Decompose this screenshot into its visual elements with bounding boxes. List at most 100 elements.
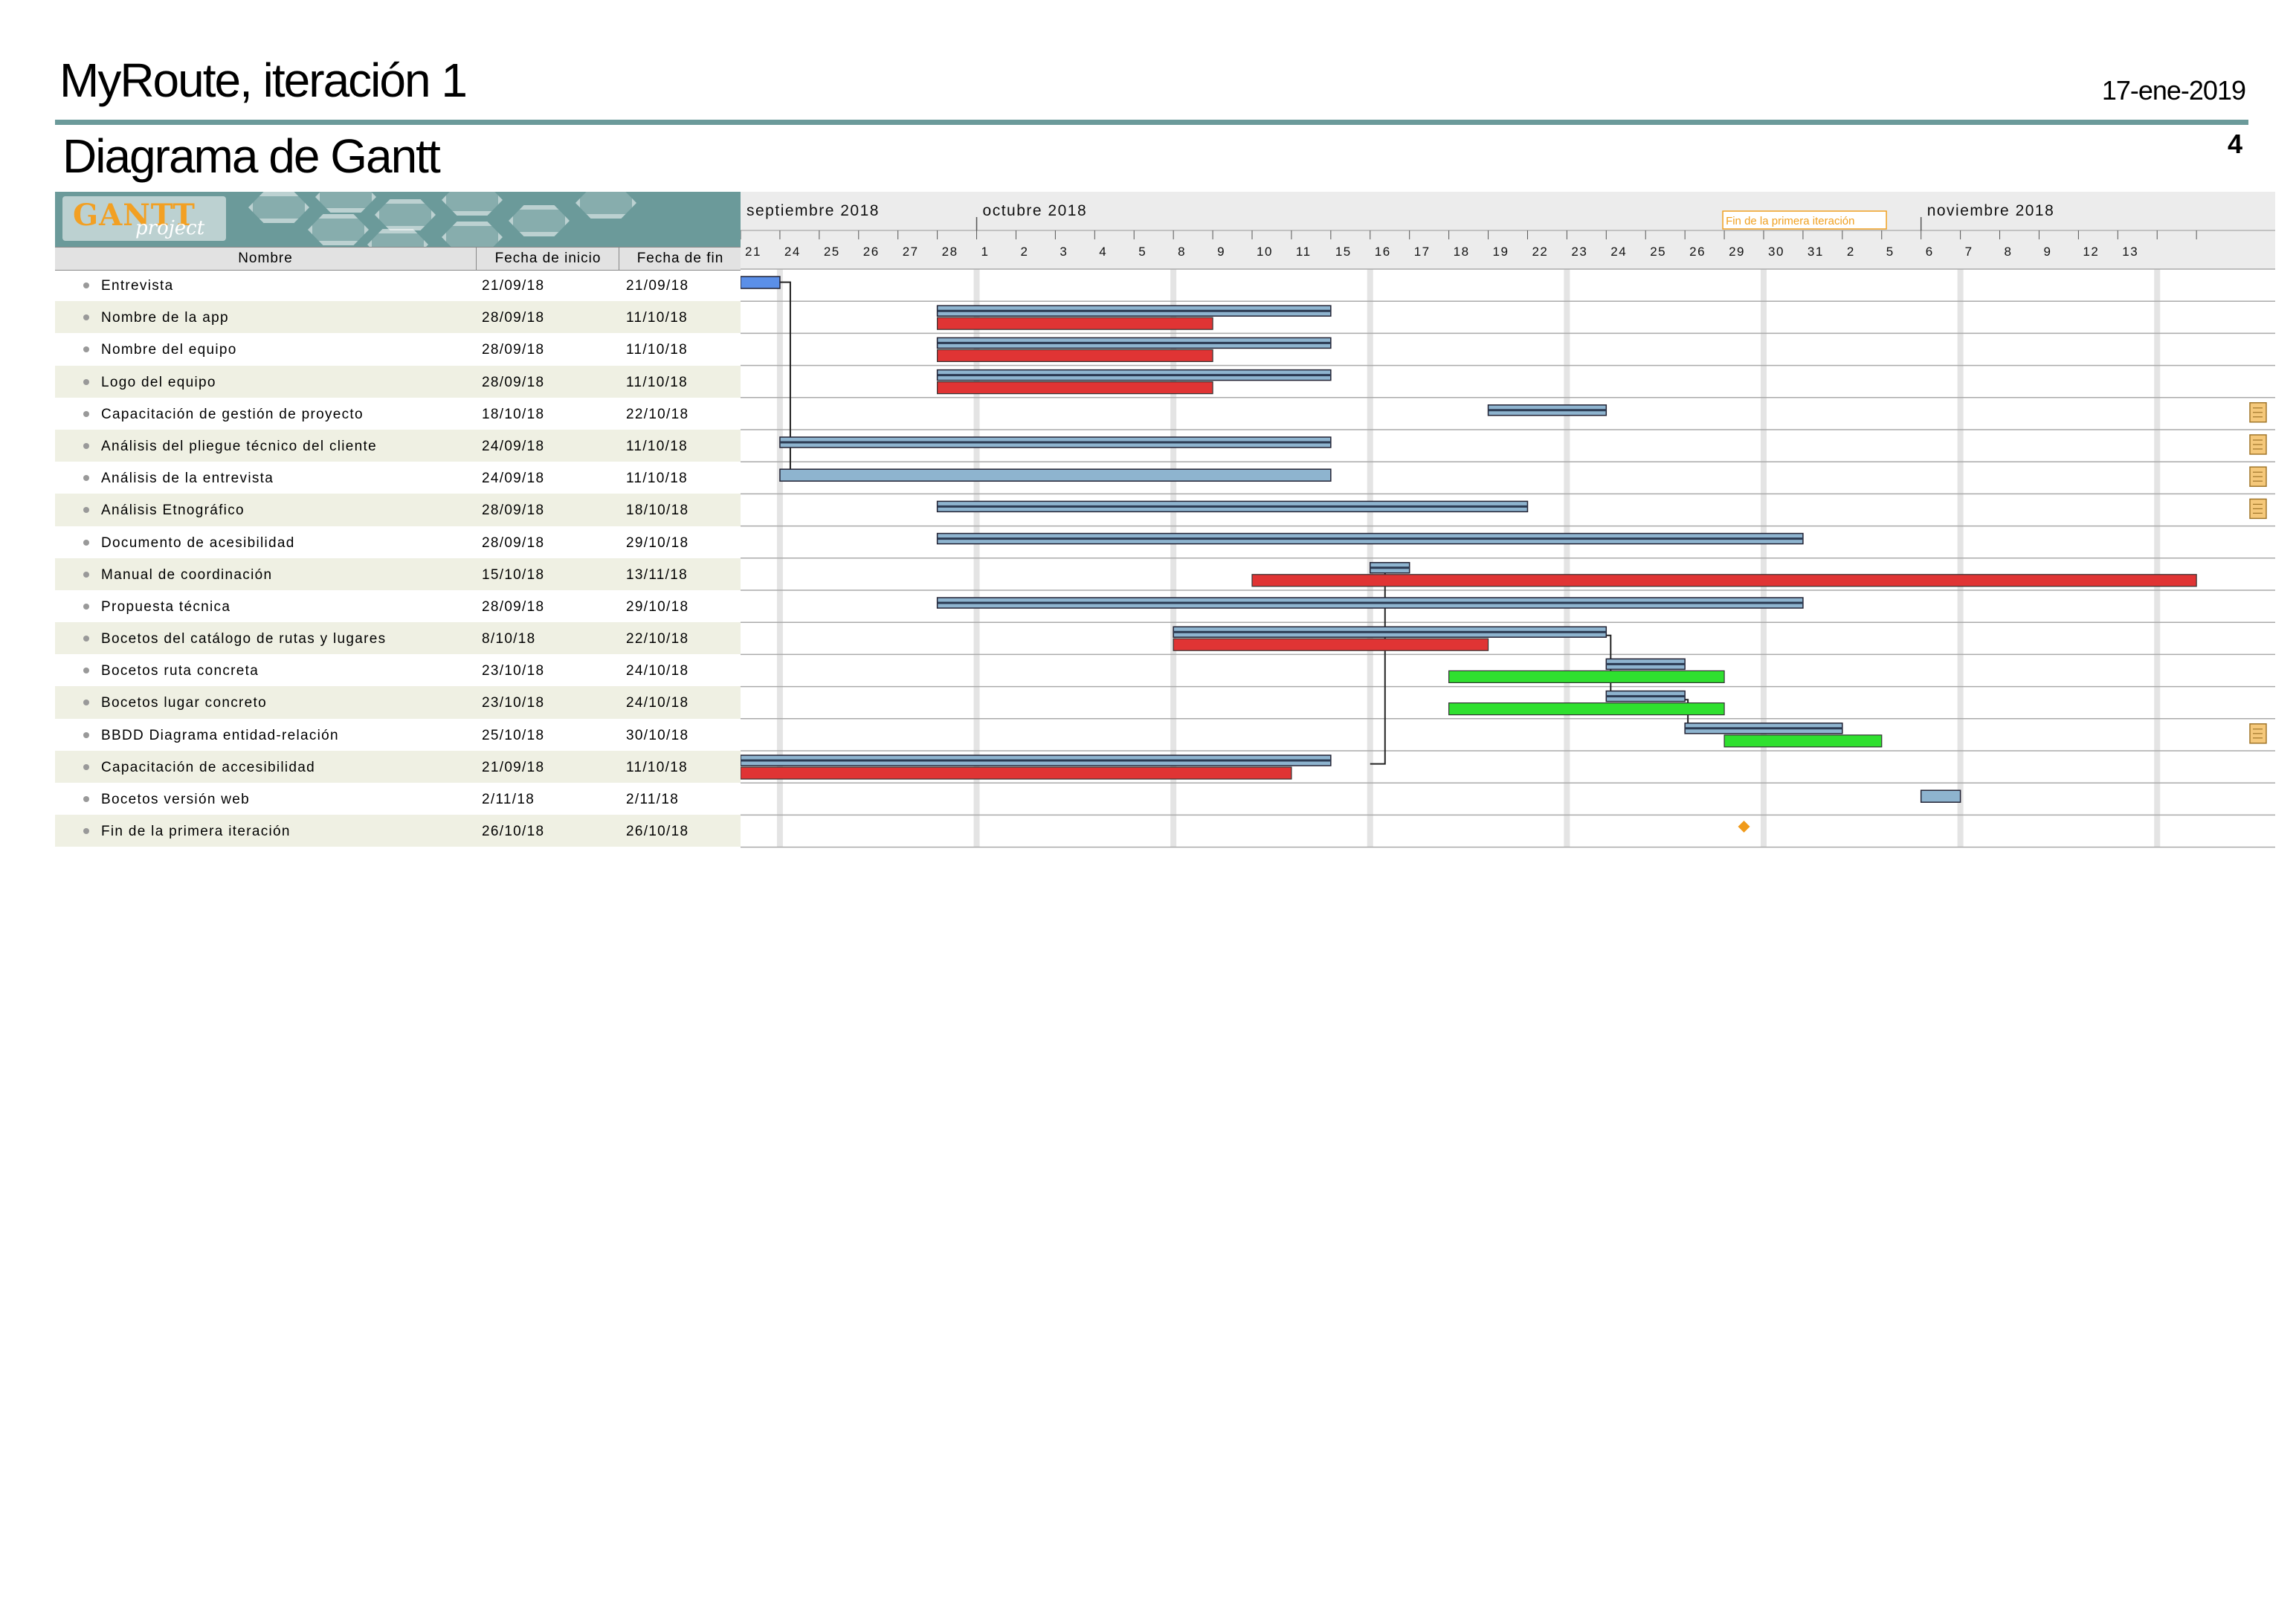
task-start-date: 23/10/18 [482, 663, 545, 679]
task-name: Bocetos ruta concreta [101, 663, 259, 679]
task-table: Entrevista 21/09/18 21/09/18 Nombre de la … [55, 269, 741, 847]
task-end-date: 24/10/18 [626, 695, 689, 711]
task-name: Logo del equipo [101, 374, 216, 390]
task-name: Manual de coordinación [101, 566, 273, 583]
milestone-marker [1738, 821, 1750, 833]
task-bar [779, 468, 1332, 482]
day-label: 26 [1689, 245, 1706, 259]
bullet-icon [83, 796, 89, 802]
column-header-end: Fecha de fin [619, 248, 741, 270]
task-end-date: 24/10/18 [626, 663, 689, 679]
day-label: 6 [1926, 245, 1934, 259]
day-label: 27 [903, 245, 919, 259]
task-name: Fin de la primera iteración [101, 824, 291, 840]
baseline-bar [937, 349, 1213, 362]
task-start-date: 24/09/18 [482, 438, 545, 454]
task-end-date: 13/11/18 [626, 566, 688, 583]
day-label: 9 [2043, 245, 2051, 259]
task-row: Bocetos ruta concreta 23/10/18 24/10/18 [55, 654, 741, 686]
task-start-date: 24/09/18 [482, 471, 545, 487]
task-start-date: 28/09/18 [482, 342, 545, 358]
task-name: Nombre de la app [101, 310, 229, 326]
gantt-timeline: septiembre 2018 octubre 2018 noviembre 201… [741, 192, 2275, 848]
document-subtitle: Diagrama de Gantt [62, 129, 441, 183]
document-title: MyRoute, iteración 1 [59, 54, 468, 107]
day-label: 15 [1335, 245, 1352, 259]
task-row: Nombre de la app 28/09/18 11/10/18 [55, 301, 741, 334]
task-name: Nombre del equipo [101, 342, 237, 358]
task-name: Análisis Etnográfico [101, 503, 245, 519]
task-start-date: 18/10/18 [482, 406, 545, 422]
hex-decoration [575, 192, 636, 219]
baseline-bar [741, 766, 1292, 780]
bullet-icon [83, 603, 89, 610]
task-name: Capacitación de accesibilidad [101, 759, 316, 775]
task-table-header: Nombre Fecha de inicio Fecha de fin [55, 247, 741, 271]
task-start-date: 28/09/18 [482, 310, 545, 326]
task-end-date: 26/10/18 [626, 824, 689, 840]
day-label: 31 [1808, 245, 1824, 259]
day-label: 19 [1493, 245, 1509, 259]
bullet-icon [83, 571, 89, 578]
bullet-icon [83, 442, 89, 449]
task-end-date: 11/10/18 [626, 374, 688, 390]
task-row: Capacitación de gestión de proyecto 18/10… [55, 398, 741, 430]
day-label: 5 [1886, 245, 1894, 259]
baseline-bar [1723, 734, 1883, 748]
month-label: noviembre 2018 [1927, 202, 2055, 219]
hex-decoration [375, 199, 436, 230]
baseline-bar [1251, 574, 2197, 587]
task-end-date: 2/11/18 [626, 792, 680, 807]
task-row: Logo del equipo 28/09/18 11/10/18 [55, 365, 741, 398]
bullet-icon [83, 668, 89, 674]
day-label: 17 [1414, 245, 1431, 259]
task-end-date: 29/10/18 [626, 534, 689, 551]
day-label: 21 [745, 245, 761, 259]
task-end-date: 21/09/18 [626, 278, 689, 294]
task-bar [1920, 789, 1961, 803]
hex-decoration [442, 222, 503, 247]
task-name: Análisis del pliegue técnico del cliente [101, 438, 377, 454]
task-start-date: 2/11/18 [482, 792, 535, 807]
ganttproject-logo-panel: GANTT project [55, 192, 741, 247]
month-label: septiembre 2018 [746, 202, 880, 219]
day-label: 22 [1532, 245, 1548, 259]
hex-decoration [315, 192, 376, 213]
bullet-icon [83, 410, 89, 417]
baseline-bar [1173, 638, 1489, 651]
task-name: Documento de acesibilidad [101, 534, 295, 551]
task-name: Bocetos lugar concreto [101, 695, 267, 711]
bullet-icon [83, 282, 89, 288]
day-label: 28 [942, 245, 958, 259]
hex-decoration [308, 214, 369, 245]
task-name: Bocetos del catálogo de rutas y lugares [101, 631, 387, 647]
task-start-date: 23/10/18 [482, 695, 545, 711]
task-row: Entrevista 21/09/18 21/09/18 [55, 269, 741, 301]
day-label: 24 [1610, 245, 1627, 259]
baseline-bar [1448, 670, 1725, 684]
day-label: 5 [1138, 245, 1147, 259]
task-start-date: 8/10/18 [482, 631, 536, 647]
task-end-date: 30/10/18 [626, 727, 689, 743]
day-label: 9 [1217, 245, 1225, 259]
baseline-bar [937, 317, 1213, 330]
day-label: 24 [784, 245, 801, 259]
bullet-icon [83, 731, 89, 738]
day-label: 4 [1099, 245, 1107, 259]
day-label: 8 [1178, 245, 1186, 259]
column-header-name: Nombre [238, 251, 293, 266]
day-label: 8 [2005, 245, 2013, 259]
day-label: 2 [1020, 245, 1028, 259]
hex-decoration [442, 192, 503, 216]
task-start-date: 21/09/18 [482, 278, 545, 294]
day-label: 25 [1650, 245, 1666, 259]
task-start-date: 28/09/18 [482, 374, 545, 390]
bullet-icon [83, 507, 89, 514]
hex-decoration [509, 205, 570, 236]
bullet-icon [83, 763, 89, 770]
task-end-date: 22/10/18 [626, 406, 689, 422]
task-end-date: 11/10/18 [626, 471, 688, 487]
hex-decoration [248, 192, 309, 223]
day-label: 7 [1965, 245, 1973, 259]
bullet-icon [83, 828, 89, 835]
